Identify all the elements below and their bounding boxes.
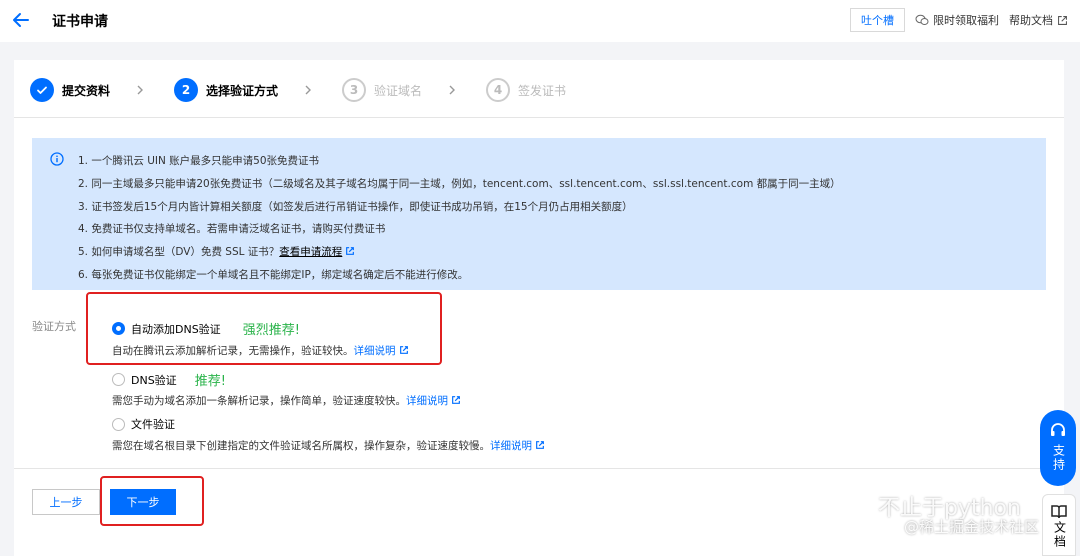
option-label: 文件验证: [131, 418, 175, 431]
step-verify-domain: 3 验证域名: [342, 78, 422, 102]
support-float-button[interactable]: 支持: [1040, 410, 1076, 486]
external-link-icon: [1058, 15, 1067, 25]
notice-line: 1. 一个腾讯云 UIN 账户最多只能申请50张免费证书: [78, 155, 320, 167]
header-actions: 吐个槽 限时领取福利 帮助文档: [850, 6, 1068, 34]
radio-unchecked[interactable]: [112, 373, 125, 386]
step-label: 验证域名: [374, 83, 423, 98]
support-label: 支持: [1051, 444, 1066, 472]
option-desc-text: 需您在域名根目录下创建指定的文件验证域名所属权，操作复杂，验证速度较慢。: [112, 440, 490, 452]
benefit-link[interactable]: 限时领取福利: [915, 12, 999, 28]
notice-line-text: 5. 如何申请域名型（DV）免费 SSL 证书？: [78, 246, 280, 259]
docs-label: 文档: [1052, 521, 1067, 549]
step-choose-method: 2 选择验证方式: [174, 78, 278, 102]
help-docs-label: 帮助文档: [1009, 14, 1053, 27]
method-label: 验证方式: [32, 320, 76, 333]
radio-unchecked[interactable]: [112, 417, 125, 431]
chevron-right-icon: [137, 85, 144, 95]
headset-icon: [1051, 423, 1065, 436]
highlight-box: [86, 292, 442, 365]
main-card: 提交资料 2 选择验证方式 3 验证域名 4 签发证书 1. 一个腾讯云 UIN…: [14, 60, 1064, 556]
option-desc: 需您在域名根目录下创建指定的文件验证域名所属权，操作复杂，验证速度较慢。详细说明: [112, 438, 545, 453]
apply-process-link[interactable]: 查看申请流程: [279, 246, 342, 258]
step-number: 2: [174, 78, 199, 102]
option-desc-text: 需您手动为域名添加一条解析记录，操作简单，验证速度较快。: [112, 395, 406, 407]
back-arrow-icon[interactable]: [10, 9, 32, 31]
detail-link[interactable]: 详细说明: [406, 395, 448, 407]
chevron-right-icon: [449, 85, 456, 95]
page-title: 证书申请: [52, 14, 108, 30]
step-submit-info: 提交资料: [30, 78, 110, 102]
step-indicator: 提交资料 2 选择验证方式 3 验证域名 4 签发证书: [30, 77, 566, 103]
option-desc: 需您手动为域名添加一条解析记录，操作简单，验证速度较快。详细说明: [112, 393, 461, 408]
divider: [14, 117, 1064, 118]
step-number: 3: [342, 78, 367, 102]
recommend-tag: 推荐!: [194, 374, 226, 389]
feedback-button[interactable]: 吐个槽: [850, 8, 905, 32]
info-icon: [50, 152, 64, 166]
top-header: 证书申请 吐个槽 限时领取福利 帮助文档: [0, 0, 1080, 42]
option-label: DNS验证: [131, 373, 177, 387]
chevron-right-icon: [305, 85, 312, 95]
step-label: 选择验证方式: [206, 83, 279, 98]
notice-line: 3. 证书签发后15个月内皆计算相关额度（如签发后进行吊销证书操作，即使证书成功…: [78, 200, 633, 213]
notice-line: 4. 免费证书仅支持单域名。若需申请泛域名证书，请购买付费证书: [78, 223, 386, 236]
check-icon: [30, 78, 54, 102]
option-dns[interactable]: DNS验证 推荐!: [112, 370, 226, 389]
docs-float-button[interactable]: 文档: [1042, 494, 1076, 556]
step-issue-cert: 4 签发证书: [486, 78, 566, 102]
external-link-icon: [452, 396, 460, 404]
notice-panel: 1. 一个腾讯云 UIN 账户最多只能申请50张免费证书 2. 同一主域最多只能…: [32, 138, 1046, 290]
wechat-icon: [915, 14, 929, 25]
option-file[interactable]: 文件验证: [112, 416, 175, 432]
external-link-icon: [536, 441, 544, 449]
help-docs-link[interactable]: 帮助文档: [1009, 12, 1068, 28]
step-label: 提交资料: [62, 83, 111, 98]
detail-link[interactable]: 详细说明: [490, 440, 532, 452]
step-label: 签发证书: [518, 83, 567, 98]
book-icon: [1051, 505, 1067, 519]
notice-line: 5. 如何申请域名型（DV）免费 SSL 证书？查看申请流程: [78, 241, 1046, 264]
notice-line: 6. 每张免费证书仅能绑定一个单域名且不能绑定IP，绑定域名确定后不能进行修改。: [78, 268, 469, 281]
divider: [14, 468, 1064, 469]
notice-line: 2. 同一主域最多只能申请20张免费证书（二级域名及其子域名均属于同一主域，例如…: [78, 177, 841, 190]
prev-step-button[interactable]: 上一步: [32, 489, 100, 515]
highlight-box: [100, 476, 204, 526]
external-link-icon: [346, 247, 355, 256]
step-number: 4: [486, 78, 511, 102]
benefit-label: 限时领取福利: [933, 14, 999, 27]
